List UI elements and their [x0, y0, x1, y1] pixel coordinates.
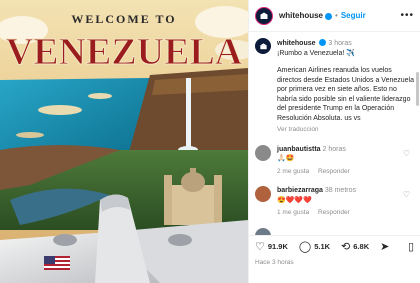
caption-text: American Airlines reanuda los vuelos dir… [277, 67, 414, 122]
repost-icon[interactable]: ⟲ [341, 240, 350, 253]
caption-text-block: whitehouse 3 horas ¡Rumbo a Venezuela! ✈… [277, 38, 414, 135]
scrollbar[interactable] [416, 72, 419, 106]
comment-content: barbiezarraga 38 metros 😍❤️❤️❤️ 1 me gus… [277, 186, 357, 218]
banner-top-text: WELCOME TO [71, 12, 176, 26]
comment-group: ◯ 5.1K [299, 240, 330, 253]
posted-time: Hace 3 horas [255, 259, 294, 266]
comment-likes[interactable]: 2 me gusta [277, 168, 309, 175]
avatar[interactable] [255, 6, 273, 25]
venezuela-poster: WELCOME TO VENEZUELA [0, 0, 248, 283]
comment-username[interactable]: juanbautistta [277, 146, 321, 153]
bookmark-icon[interactable]: ▯ [408, 240, 414, 253]
caption-title: ¡Rumbo a Venezuela! ✈️ [277, 49, 355, 57]
post-side-panel: whitehouse • Seguir ••• whitehouse 3 hor… [248, 0, 420, 283]
whitehouse-logo-icon [260, 12, 268, 19]
comment-text: 🙏🏻🤩 [277, 155, 295, 162]
caption: whitehouse 3 horas ¡Rumbo a Venezuela! ✈… [255, 38, 414, 135]
post-header: whitehouse • Seguir ••• [249, 0, 420, 32]
caption-avatar[interactable] [255, 38, 271, 54]
comment-item: barbiezarraga 38 metros 😍❤️❤️❤️ 1 me gus… [255, 186, 414, 218]
comment-username[interactable]: barbiezarraga [277, 187, 323, 194]
comment-content: juanbautistta 2 horas 🙏🏻🤩 2 me gusta Res… [277, 145, 357, 177]
more-options-icon[interactable]: ••• [400, 10, 414, 21]
comment-icon[interactable]: ◯ [299, 240, 311, 253]
reply-button[interactable]: Responder [318, 209, 350, 216]
heart-icon[interactable]: ♡ [255, 240, 265, 253]
comment-item-partial [255, 227, 414, 235]
likes-count[interactable]: 91.9K [268, 242, 288, 251]
comments-section: whitehouse 3 horas ¡Rumbo a Venezuela! ✈… [249, 32, 420, 235]
comment-like-icon[interactable]: ♡ [403, 190, 410, 199]
comment-time: 38 metros [324, 187, 356, 194]
actions-row: ♡ 91.9K ◯ 5.1K ⟲ 6.8K ➤ ▯ [255, 240, 414, 253]
verified-icon [325, 13, 333, 20]
separator-dot: • [335, 11, 338, 20]
reply-button[interactable]: Responder [318, 168, 350, 175]
comment-like-icon[interactable]: ♡ [403, 149, 410, 158]
verified-icon [319, 39, 327, 46]
comment-avatar[interactable] [255, 227, 271, 235]
comment-meta: 1 me gusta Responder [277, 208, 357, 218]
post-actions-bar: ♡ 91.9K ◯ 5.1K ⟲ 6.8K ➤ ▯ Hace 3 horas [249, 235, 420, 283]
header-username[interactable]: whitehouse [279, 11, 323, 20]
comments-count[interactable]: 5.1K [314, 242, 330, 251]
caption-username[interactable]: whitehouse [277, 40, 316, 47]
translate-link[interactable]: Ver traducción [277, 125, 414, 135]
like-group: ♡ 91.9K [255, 240, 288, 253]
comment-avatar[interactable] [255, 186, 271, 202]
follow-button[interactable]: Seguir [341, 11, 366, 20]
banner-main-text: VENEZUELA [6, 31, 243, 73]
whitehouse-logo-icon [259, 42, 267, 49]
instagram-post: WELCOME TO VENEZUELA whitehouse • Seguir… [0, 0, 420, 283]
comment-meta: 2 me gusta Responder [277, 167, 357, 177]
repost-group: ⟲ 6.8K [341, 240, 369, 253]
reposts-count[interactable]: 6.8K [353, 242, 369, 251]
comment-avatar[interactable] [255, 144, 271, 161]
comment-time: 2 horas [322, 145, 346, 153]
comment-item: juanbautistta 2 horas 🙏🏻🤩 2 me gusta Res… [255, 144, 414, 177]
comment-text: 😍❤️❤️❤️ [277, 196, 312, 204]
comment-likes[interactable]: 1 me gusta [277, 209, 309, 216]
caption-time: 3 horas [328, 40, 352, 47]
post-image[interactable]: WELCOME TO VENEZUELA [0, 0, 248, 283]
share-icon[interactable]: ➤ [380, 240, 389, 253]
